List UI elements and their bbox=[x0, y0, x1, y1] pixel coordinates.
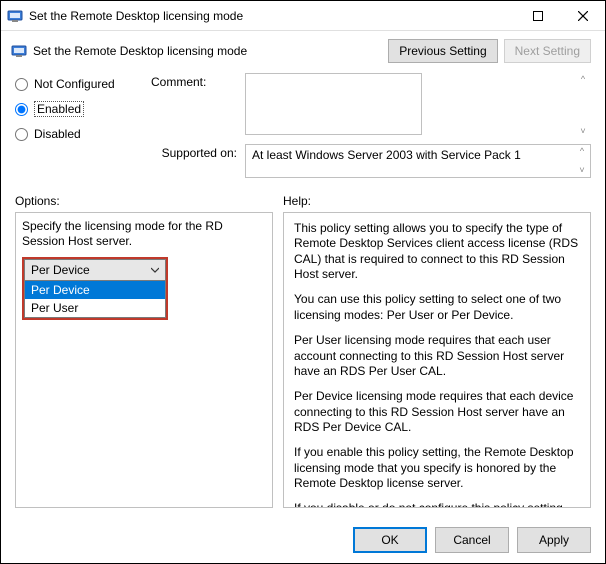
comment-label: Comment: bbox=[151, 73, 237, 89]
radio-enabled[interactable]: Enabled bbox=[15, 101, 143, 117]
radio-disabled-label: Disabled bbox=[34, 127, 81, 141]
licensing-mode-selected: Per Device bbox=[31, 263, 90, 277]
cancel-button[interactable]: Cancel bbox=[435, 527, 509, 553]
licensing-mode-option-per-user[interactable]: Per User bbox=[25, 299, 165, 317]
options-label: Options: bbox=[15, 194, 273, 208]
comment-row: Comment: ^˅ bbox=[151, 73, 591, 138]
supported-scroll: ^˅ bbox=[576, 147, 588, 175]
options-instruction: Specify the licensing mode for the RD Se… bbox=[22, 219, 266, 249]
help-p1: This policy setting allows you to specif… bbox=[294, 221, 580, 282]
window-title: Set the Remote Desktop licensing mode bbox=[29, 9, 515, 23]
radio-disabled-input[interactable] bbox=[15, 128, 28, 141]
apply-button[interactable]: Apply bbox=[517, 527, 591, 553]
window-buttons bbox=[515, 1, 605, 30]
section-labels: Options: Help: bbox=[1, 184, 605, 212]
maximize-button[interactable] bbox=[515, 1, 560, 30]
radio-enabled-label: Enabled bbox=[34, 101, 84, 117]
help-p2: You can use this policy setting to selec… bbox=[294, 292, 580, 323]
radio-enabled-input[interactable] bbox=[15, 103, 28, 116]
help-panel: This policy setting allows you to specif… bbox=[283, 212, 591, 508]
licensing-mode-option-per-device[interactable]: Per Device bbox=[25, 281, 165, 299]
nav-buttons: Previous Setting Next Setting bbox=[388, 39, 591, 63]
comment-scroll: ^˅ bbox=[577, 75, 589, 136]
close-button[interactable] bbox=[560, 1, 605, 30]
previous-setting-button[interactable]: Previous Setting bbox=[388, 39, 497, 63]
supported-box: At least Windows Server 2003 with Servic… bbox=[245, 144, 591, 178]
licensing-mode-list: Per Device Per User bbox=[24, 281, 166, 318]
radio-not-configured-input[interactable] bbox=[15, 78, 28, 91]
config-area: Not Configured Enabled Disabled Comment:… bbox=[1, 63, 605, 184]
ok-button[interactable]: OK bbox=[353, 527, 427, 553]
footer-buttons: OK Cancel Apply bbox=[353, 527, 591, 553]
config-right: Comment: ^˅ Supported on: At least Windo… bbox=[151, 73, 591, 178]
next-setting-button: Next Setting bbox=[504, 39, 591, 63]
supported-value: At least Windows Server 2003 with Servic… bbox=[252, 148, 521, 162]
help-p3: Per User licensing mode requires that ea… bbox=[294, 333, 580, 379]
title-bar: Set the Remote Desktop licensing mode bbox=[1, 1, 605, 31]
radio-disabled[interactable]: Disabled bbox=[15, 127, 143, 141]
chevron-down-icon bbox=[151, 263, 159, 277]
radio-not-configured-label: Not Configured bbox=[34, 77, 115, 91]
help-p4: Per Device licensing mode requires that … bbox=[294, 389, 580, 435]
comment-input[interactable] bbox=[245, 73, 422, 135]
help-p5: If you enable this policy setting, the R… bbox=[294, 445, 580, 491]
header-row: Set the Remote Desktop licensing mode Pr… bbox=[1, 31, 605, 63]
help-p6: If you disable or do not configure this … bbox=[294, 501, 580, 508]
header-title: Set the Remote Desktop licensing mode bbox=[33, 44, 247, 58]
supported-row: Supported on: At least Windows Server 20… bbox=[151, 144, 591, 178]
supported-label: Supported on: bbox=[151, 144, 237, 160]
panels-row: Specify the licensing mode for the RD Se… bbox=[1, 212, 605, 508]
licensing-mode-dropdown-highlight: Per Device Per Device Per User bbox=[22, 257, 168, 320]
header-left: Set the Remote Desktop licensing mode bbox=[11, 43, 388, 59]
options-panel: Specify the licensing mode for the RD Se… bbox=[15, 212, 273, 508]
radio-not-configured[interactable]: Not Configured bbox=[15, 77, 143, 91]
help-label: Help: bbox=[283, 194, 311, 208]
app-icon bbox=[7, 8, 23, 24]
licensing-mode-dropdown[interactable]: Per Device bbox=[24, 259, 166, 281]
state-radios: Not Configured Enabled Disabled bbox=[15, 73, 143, 178]
policy-icon bbox=[11, 43, 27, 59]
